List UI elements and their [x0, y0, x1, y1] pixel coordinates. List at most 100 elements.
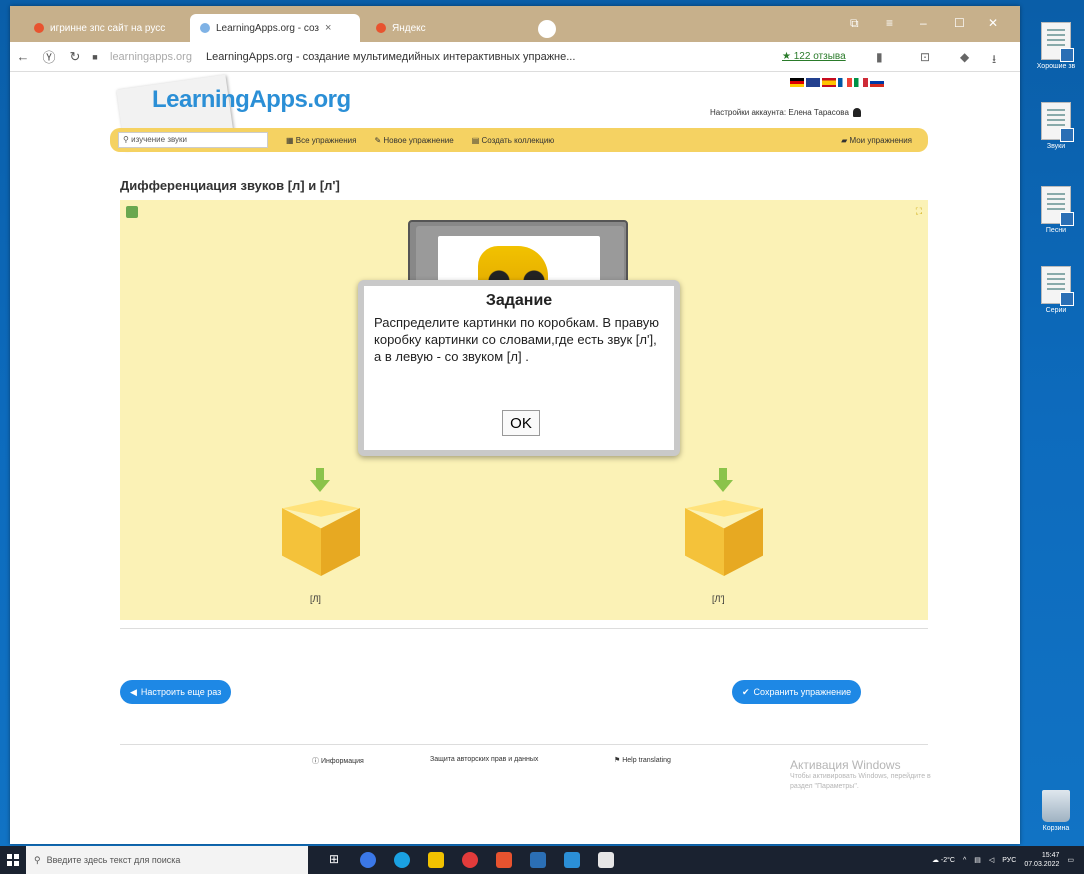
- menu-all-exercises[interactable]: ▦ Все упражнения: [286, 136, 356, 145]
- tab-close-icon[interactable]: ×: [325, 22, 331, 34]
- footer-info-link[interactable]: ⓘ Информация: [312, 756, 364, 766]
- tab-label: игриннe зпс сайт на русс: [50, 22, 166, 34]
- flag-gb-icon[interactable]: [806, 78, 820, 87]
- browser-window: игриннe зпс сайт на русс LearningApps.or…: [10, 6, 1020, 844]
- flag-fr-icon[interactable]: [838, 78, 852, 87]
- fullscreen-icon[interactable]: ⛶: [916, 206, 922, 217]
- clock[interactable]: 15:47 07.03.2022: [1024, 851, 1059, 869]
- app-icon[interactable]: [360, 852, 376, 868]
- bookmarks-icon[interactable]: ⧉: [850, 16, 859, 31]
- recycle-bin[interactable]: Корзина: [1026, 790, 1084, 832]
- desktop-icon-1[interactable]: Хорошие зв: [1026, 22, 1084, 70]
- flag-ru-icon[interactable]: [870, 78, 884, 87]
- clock-date: 07.03.2022: [1024, 861, 1060, 868]
- network-icon[interactable]: ▤: [974, 856, 981, 864]
- language-indicator[interactable]: РУС: [1002, 857, 1016, 864]
- document-icon: [1041, 22, 1074, 62]
- desktop-icon-3[interactable]: Песни: [1026, 186, 1084, 234]
- desktop-icon-label: Серии: [1045, 307, 1067, 314]
- desktop-icon-label: Песни: [1045, 227, 1067, 234]
- divider: [120, 628, 928, 629]
- menu-my-exercises[interactable]: ▰ Мои упражнения: [841, 136, 912, 145]
- document-icon: [1041, 102, 1074, 142]
- reader-icon[interactable]: ⊡: [920, 50, 930, 64]
- minimize-icon[interactable]: –: [920, 16, 927, 30]
- configure-again-button[interactable]: ◀ Настроить еще раз: [120, 680, 232, 704]
- windows-activation-watermark: Активация Windows Чтобы активировать Win…: [790, 758, 931, 792]
- footer-label: Информация: [320, 758, 364, 765]
- tab-3[interactable]: Яндекс: [366, 14, 486, 42]
- edit-icon[interactable]: [126, 206, 138, 218]
- divider: [120, 744, 928, 745]
- save-exercise-button[interactable]: ✔ Сохранить упражнение: [732, 680, 862, 704]
- weather-text: -2°C: [940, 857, 955, 864]
- tab-favicon-icon: [200, 23, 210, 33]
- menu-icon[interactable]: ≡: [886, 16, 893, 30]
- flag-de-icon[interactable]: [790, 78, 804, 87]
- close-window-icon[interactable]: ✕: [988, 16, 998, 30]
- mail-icon[interactable]: [564, 852, 580, 868]
- arrow-down-icon: [310, 468, 330, 494]
- flag-it-icon[interactable]: [854, 78, 868, 87]
- left-box[interactable]: [282, 500, 360, 584]
- back-icon[interactable]: ←: [10, 49, 36, 64]
- address-bar: ← Ⓨ ↻ ■ learningapps.org LearningApps.or…: [10, 42, 1020, 72]
- maximize-icon[interactable]: ☐: [954, 16, 965, 30]
- footer-help-link[interactable]: ⚑ Help translating: [614, 756, 671, 764]
- download-icon[interactable]: ⭳: [992, 50, 996, 71]
- document-icon: [1041, 266, 1074, 306]
- app-icon[interactable]: [496, 852, 512, 868]
- new-tab-button[interactable]: [538, 20, 556, 38]
- site-menu-bar: ⚲ изучение звуки ▦ Все упражнения ✎ Ново…: [110, 128, 928, 152]
- recycle-bin-icon: [1042, 790, 1070, 822]
- menu-create-collection[interactable]: ▤ Создать коллекцию: [472, 136, 555, 145]
- logo-text: LearningApps.org: [152, 86, 351, 113]
- button-label: Сохранить упражнение: [753, 687, 852, 697]
- yandex-icon[interactable]: Ⓨ: [36, 47, 62, 66]
- flag-es-icon[interactable]: [822, 78, 836, 87]
- desktop-icon-2[interactable]: Звуки: [1026, 102, 1084, 150]
- volume-icon[interactable]: ◁: [989, 856, 994, 864]
- arrow-down-icon: [713, 468, 733, 494]
- checkmark-icon: ✔: [742, 686, 750, 697]
- taskbar-search[interactable]: ⚲ Введите здесь текст для поиска: [26, 846, 308, 874]
- edge-icon[interactable]: [394, 852, 410, 868]
- button-label: Настроить еще раз: [140, 687, 222, 697]
- extension-icon[interactable]: ◆: [960, 50, 969, 64]
- menu-new-exercise[interactable]: ✎ Новое упражнение: [374, 136, 453, 145]
- search-input[interactable]: ⚲ изучение звуки: [118, 132, 268, 148]
- weather-icon[interactable]: ☁ -2°C: [932, 856, 955, 864]
- desktop-icon-4[interactable]: Серии: [1026, 266, 1084, 314]
- tab-1[interactable]: игриннe зпс сайт на русс: [24, 14, 186, 42]
- tab-favicon-icon: [34, 23, 44, 33]
- clock-time: 15:47: [1041, 852, 1060, 859]
- watermark-line3: раздел "Параметры".: [790, 783, 859, 790]
- menu-label: Создать коллекцию: [481, 135, 555, 145]
- url-host[interactable]: learningapps.org: [110, 51, 192, 63]
- bookmark-icon[interactable]: ▮: [876, 50, 883, 64]
- search-value: изучение звуки: [131, 135, 188, 144]
- ok-button[interactable]: OK: [502, 410, 540, 436]
- right-box[interactable]: [685, 500, 763, 584]
- reviews-link[interactable]: ★ 122 отзыва: [782, 51, 846, 62]
- exercise-area: ⛶ [Л] [Л'] Задание Распределите картинки…: [120, 200, 928, 620]
- tab-label: LearningApps.org - соз: [216, 22, 319, 34]
- watermark-line2: Чтобы активировать Windows, перейдите в: [790, 773, 931, 780]
- tray-arrow-icon[interactable]: ^: [963, 857, 966, 864]
- start-button[interactable]: [0, 846, 26, 874]
- language-flags: [790, 78, 884, 87]
- tab-learningapps[interactable]: LearningApps.org - соз ×: [190, 14, 360, 42]
- account-settings[interactable]: Настройки аккаунта: Елена Тарасова: [710, 108, 861, 118]
- store-icon[interactable]: [530, 852, 546, 868]
- url-title[interactable]: LearningApps.org - создание мультимедийн…: [206, 51, 575, 63]
- reload-icon[interactable]: ↻: [62, 49, 88, 65]
- task-view-icon[interactable]: ⊞: [326, 852, 342, 868]
- watermark-line1: Активация Windows: [790, 758, 901, 772]
- yandex-browser-icon[interactable]: [462, 852, 478, 868]
- app-icon[interactable]: [598, 852, 614, 868]
- exercise-title: Дифференциация звуков [л] и [л']: [120, 178, 340, 193]
- footer-privacy-link[interactable]: Защита авторских прав и данных: [430, 756, 538, 763]
- file-explorer-icon[interactable]: [428, 852, 444, 868]
- notifications-icon[interactable]: ▭: [1067, 856, 1074, 864]
- account-label: Настройки аккаунта: Елена Тарасова: [710, 108, 849, 117]
